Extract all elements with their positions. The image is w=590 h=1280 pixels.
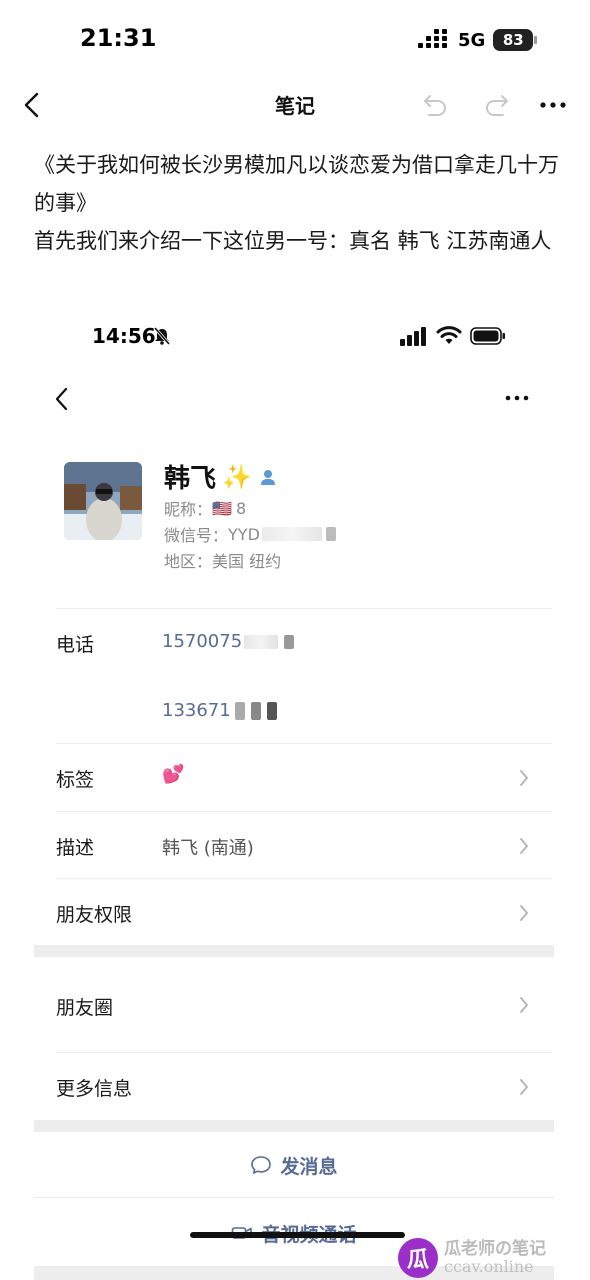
divider: [56, 1052, 552, 1053]
network-label: 5G: [458, 29, 486, 51]
chevron-right-icon[interactable]: [518, 768, 530, 788]
description-value: 韩飞 (南通): [162, 838, 254, 859]
phone-number-2[interactable]: 133671: [162, 700, 277, 721]
divider: [56, 811, 552, 812]
signal-icon: [418, 29, 450, 51]
watermark-title: 瓜老师の笔记: [444, 1239, 546, 1259]
mute-bell-icon: [153, 327, 171, 345]
watermark-text: 瓜老师の笔记 ccav.online: [444, 1240, 546, 1276]
watermark-url: ccav.online: [444, 1257, 534, 1276]
more-icon[interactable]: [538, 90, 568, 120]
battery-icon: 83: [493, 29, 538, 51]
embedded-signal-icon: [400, 327, 426, 346]
status-indicators: 5G 83: [418, 28, 538, 52]
chat-bubble-icon: [251, 1156, 272, 1174]
description-label: 描述: [56, 837, 95, 859]
section-separator: [34, 945, 554, 957]
note-line-intro: 首先我们来介绍一下这位男一号：真名 韩飞 江苏南通人: [34, 229, 552, 253]
avatar[interactable]: [64, 462, 142, 540]
status-bar: 21:31 5G 83: [0, 0, 590, 80]
nickname-value: 8: [235, 498, 247, 518]
phone-number-2-text: 133671: [162, 700, 231, 721]
redaction-blur: [234, 701, 245, 720]
watermark-logo: 瓜: [398, 1238, 438, 1278]
phone-number-1-text: 1570075: [162, 631, 243, 652]
wifi-icon: [436, 326, 462, 344]
contact-profile-header: 韩飞 ✨ 昵称： 🇺🇸 8 微信号： YYD 地区： 美国 纽约: [64, 460, 534, 580]
nav-bar: 笔记: [0, 80, 590, 130]
two-hearts-icon: 💕: [162, 764, 185, 785]
note-body[interactable]: 《关于我如何被长沙男模加凡以谈恋爱为借口拿走几十万的事》 首先我们来介绍一下这位…: [34, 146, 564, 260]
embedded-status-time: 14:56: [92, 324, 156, 348]
home-indicator[interactable]: [190, 1232, 405, 1238]
chevron-right-icon[interactable]: [518, 1077, 530, 1097]
contact-name: 韩飞: [164, 464, 217, 494]
note-line-title: 《关于我如何被长沙男模加凡以谈恋爱为借口拿走几十万的事》: [34, 153, 559, 215]
status-time: 21:31: [80, 24, 157, 52]
redaction-blur: [325, 527, 336, 541]
redaction-blur: [244, 634, 279, 649]
undo-icon[interactable]: [420, 90, 450, 120]
redaction-blur: [266, 701, 277, 720]
sparkles-icon: ✨: [222, 462, 252, 491]
section-separator: [34, 1120, 554, 1132]
more-info-label[interactable]: 更多信息: [56, 1074, 132, 1101]
chevron-right-icon[interactable]: [518, 903, 530, 923]
nickname-row: 昵称： 🇺🇸 8: [164, 496, 246, 520]
region-label: 地区：: [164, 552, 213, 571]
chevron-right-icon[interactable]: [518, 836, 530, 856]
watermark: 瓜 瓜老师の笔记 ccav.online: [398, 1236, 590, 1280]
wechat-id-value: YYD: [228, 524, 260, 544]
send-message-button[interactable]: 发消息: [34, 1152, 554, 1178]
wechat-id-row: 微信号： YYD: [164, 522, 336, 546]
redo-icon[interactable]: [482, 90, 512, 120]
phone-label: 电话: [56, 634, 95, 656]
wechat-id-label: 微信号：: [164, 526, 229, 545]
redaction-blur: [250, 701, 261, 720]
embedded-battery-icon: [470, 327, 505, 345]
friend-permissions-label[interactable]: 朋友权限: [56, 900, 132, 927]
us-flag-icon: 🇺🇸: [212, 498, 232, 518]
redaction-blur: [261, 527, 322, 541]
embedded-back-icon[interactable]: [50, 386, 74, 412]
embedded-status-bar: 14:56: [34, 300, 554, 370]
region-value: 美国 纽约: [212, 552, 282, 571]
region-row: 地区： 美国 纽约: [164, 548, 281, 572]
embedded-more-icon[interactable]: [502, 388, 532, 408]
embedded-screenshot: 14:56 韩飞 ✨ 昵称： 🇺🇸 8 微信号： YYD 地区： 美国 纽约 电…: [34, 300, 554, 1280]
person-icon: [260, 469, 275, 485]
redaction-blur: [284, 634, 295, 649]
divider: [56, 878, 552, 879]
divider: [56, 743, 552, 744]
contact-name-row: 韩飞 ✨: [164, 458, 278, 495]
divider: [34, 1197, 554, 1198]
phone-number-1[interactable]: 1570075: [162, 631, 295, 652]
chevron-right-icon[interactable]: [518, 995, 530, 1015]
moments-label[interactable]: 朋友圈: [56, 993, 113, 1020]
nickname-label: 昵称：: [164, 500, 213, 519]
send-message-label: 发消息: [280, 1155, 338, 1178]
divider: [56, 608, 552, 609]
tag-label: 标签: [56, 769, 95, 791]
